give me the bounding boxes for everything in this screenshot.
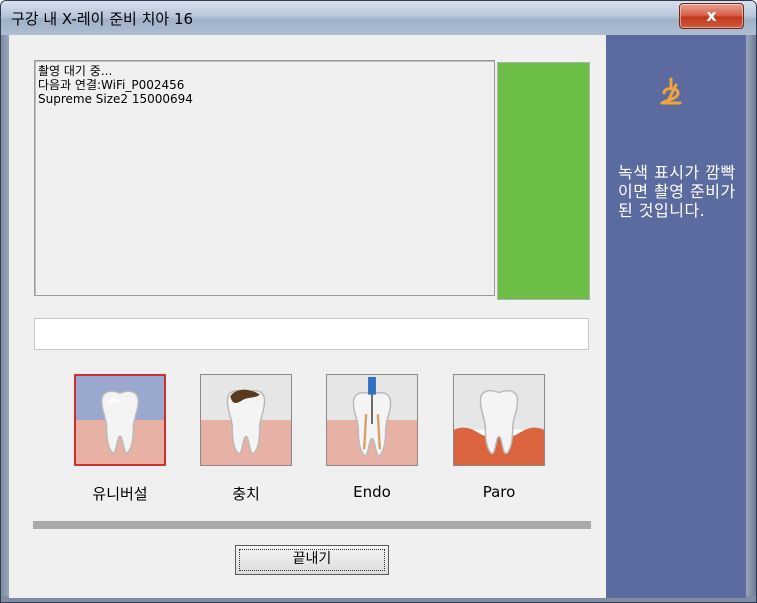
close-button[interactable]: x: [679, 3, 744, 29]
tooth-endo-icon: [327, 375, 417, 465]
tooth-paro-icon: [454, 375, 544, 465]
mode-label-universal: 유니버설: [92, 485, 148, 503]
dialog-content: 촬영 대기 중... 다음과 연결:WiFi_P002456 Supreme S…: [9, 35, 606, 598]
window-frame-right: [746, 35, 756, 602]
divider-bar: [33, 521, 591, 529]
mode-button-paro[interactable]: [453, 374, 545, 466]
mode-button-caries[interactable]: [200, 374, 292, 466]
status-line: 촬영 대기 중...: [38, 64, 113, 78]
status-line: Supreme Size2 15000694: [38, 92, 193, 106]
dialog-window: 구강 내 X-레이 준비 치아 16 x 촬영 대기 중... 다음과 연결:W…: [0, 0, 757, 603]
side-panel: 녹색 표시가 깜빡이면 촬영 준비가 된 것입니다.: [606, 35, 746, 598]
mode-label-caries: 충치: [232, 485, 260, 503]
ready-indicator: [497, 62, 590, 300]
status-line: 다음과 연결:WiFi_P002456: [38, 78, 185, 92]
mode-label-endo: Endo: [353, 483, 391, 501]
exit-button[interactable]: 끝내기: [235, 545, 389, 575]
probe-icon: [660, 77, 682, 105]
mode-button-endo[interactable]: [326, 374, 418, 466]
progress-bar: [34, 318, 589, 350]
focus-rect: [239, 549, 385, 571]
hint-text: 녹색 표시가 깜빡이면 촬영 준비가 된 것입니다.: [618, 163, 736, 220]
window-frame-left: [1, 35, 9, 602]
tooth-universal-icon: [76, 376, 164, 464]
status-log: 촬영 대기 중... 다음과 연결:WiFi_P002456 Supreme S…: [34, 60, 495, 296]
title-bar[interactable]: 구강 내 X-레이 준비 치아 16 x: [1, 1, 756, 35]
mode-button-universal[interactable]: [74, 374, 166, 466]
tooth-caries-icon: [201, 375, 291, 465]
mode-label-paro: Paro: [482, 483, 516, 501]
window-title: 구강 내 X-레이 준비 치아 16: [11, 10, 194, 28]
